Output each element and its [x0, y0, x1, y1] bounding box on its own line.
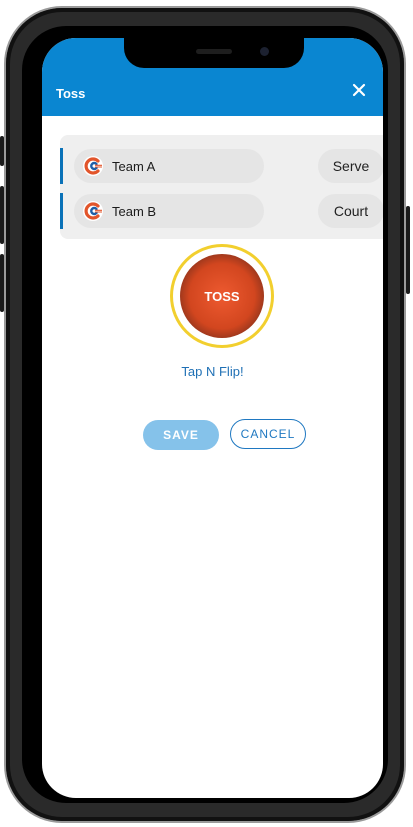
- save-button[interactable]: SAVE: [143, 420, 219, 450]
- toss-ring-inner: TOSS: [173, 247, 271, 345]
- team-logo-icon: [83, 156, 103, 176]
- teams-card: Team A Serve Team B Court: [60, 135, 383, 239]
- speaker: [196, 49, 232, 54]
- front-camera: [260, 47, 269, 56]
- phone-frame: Toss Team A Serve Team B Court TOSS Tap …: [0, 8, 410, 821]
- tap-hint: Tap N Flip!: [181, 364, 244, 379]
- mute-switch: [0, 136, 4, 166]
- cancel-button[interactable]: CANCEL: [230, 419, 306, 449]
- team-row-b: Team B Court: [60, 193, 383, 229]
- team-row-a: Team A Serve: [60, 148, 383, 184]
- page-title: Toss: [56, 86, 86, 101]
- volume-up-button: [0, 186, 4, 244]
- court-option[interactable]: Court: [318, 194, 383, 228]
- team-name: Team A: [112, 159, 156, 174]
- team-pill[interactable]: Team A: [74, 149, 264, 183]
- team-name: Team B: [112, 204, 157, 219]
- toss-ring: TOSS: [170, 244, 274, 348]
- close-icon: [352, 83, 366, 97]
- team-pill[interactable]: Team B: [74, 194, 264, 228]
- close-button[interactable]: [347, 78, 371, 102]
- volume-down-button: [0, 254, 4, 312]
- team-logo-icon: [83, 201, 103, 221]
- notch: [124, 38, 304, 68]
- toss-button[interactable]: TOSS: [180, 254, 264, 338]
- phone-screen: Toss Team A Serve Team B Court TOSS Tap …: [42, 38, 383, 798]
- serve-option[interactable]: Serve: [318, 149, 383, 183]
- power-button: [406, 206, 410, 294]
- row-accent-left: [60, 148, 63, 184]
- row-accent-left: [60, 193, 63, 229]
